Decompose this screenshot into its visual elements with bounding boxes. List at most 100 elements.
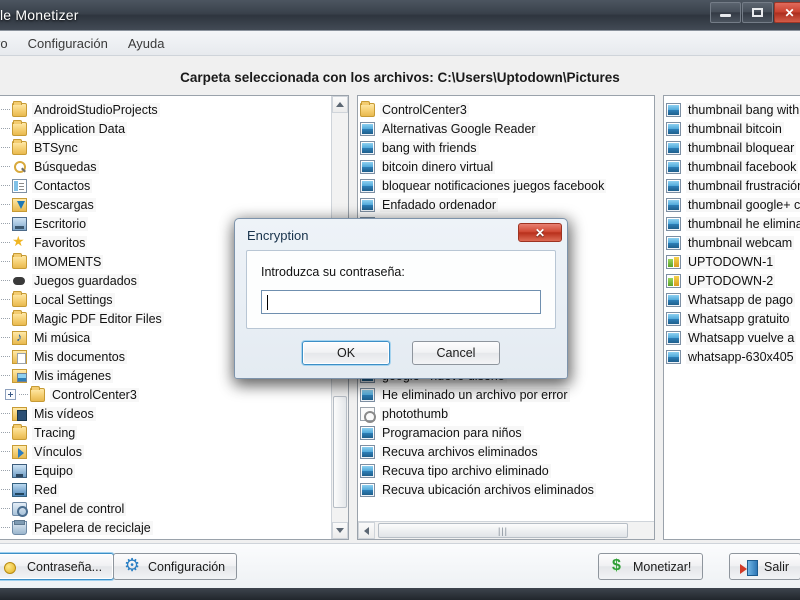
tree-item[interactable]: Contactos <box>0 176 331 195</box>
ok-button[interactable]: OK <box>302 341 390 365</box>
tree-connector <box>1 204 10 205</box>
file-item[interactable]: thumbnail google+ c <box>664 195 800 214</box>
scroll-down-button[interactable] <box>332 522 348 539</box>
bottom-toolbar: Contraseña... Configuración Monetizar! S… <box>0 543 800 588</box>
tree-item[interactable]: Vínculos <box>0 442 331 461</box>
gear-icon <box>124 555 141 576</box>
file-item[interactable]: bitcoin dinero virtual <box>358 157 654 176</box>
tree-connector <box>1 109 10 110</box>
minimize-icon <box>720 14 731 17</box>
file-item[interactable]: thumbnail facebook <box>664 157 800 176</box>
password-button[interactable]: Contraseña... <box>0 553 115 580</box>
tree-item[interactable]: Tracing <box>0 423 331 442</box>
minimize-button[interactable] <box>710 2 741 23</box>
dialog-close-button[interactable]: ✕ <box>518 223 562 242</box>
tree-item[interactable]: Application Data <box>0 119 331 138</box>
file-item[interactable]: thumbnail bang with <box>664 100 800 119</box>
list-item-label: thumbnail bang with <box>686 102 800 117</box>
exit-button[interactable]: Salir <box>729 553 800 580</box>
downloads-folder-icon <box>12 197 27 212</box>
tree-item[interactable]: BTSync <box>0 138 331 157</box>
list-item-label: thumbnail he elimina <box>686 216 800 231</box>
password-button-label: Contraseña... <box>27 559 103 574</box>
scroll-thumb-horizontal[interactable]: ||| <box>378 523 628 538</box>
tree-item[interactable]: Equipo <box>0 461 331 480</box>
list-item-label: Recuva ubicación archivos eliminados <box>380 482 596 497</box>
file-item[interactable]: thumbnail frustración <box>664 176 800 195</box>
list-item-label: Mis documentos <box>32 349 128 364</box>
tree-connector <box>1 318 10 319</box>
tree-item[interactable]: Mis vídeos <box>0 404 331 423</box>
file-item[interactable]: Recuva archivos eliminados <box>358 442 654 461</box>
list-item-label: Escritorio <box>32 216 89 231</box>
menu-item-configuracion[interactable]: Configuración <box>19 33 117 54</box>
cancel-button[interactable]: Cancel <box>412 341 500 365</box>
recycle-bin-icon <box>12 519 27 535</box>
file-item[interactable]: Recuva tipo archivo eliminado <box>358 461 654 480</box>
file-item[interactable]: UPTODOWN-1 <box>664 252 800 271</box>
tree-item[interactable]: AndroidStudioProjects <box>0 100 331 119</box>
file-item[interactable]: bloquear notificaciones juegos facebook <box>358 176 654 195</box>
tree-connector <box>1 147 10 148</box>
network-icon <box>12 482 27 497</box>
scroll-left-button[interactable] <box>358 522 375 539</box>
file-item[interactable]: Enfadado ordenador <box>358 195 654 214</box>
saved-games-icon <box>12 274 27 288</box>
menu-item-archivo[interactable]: ivo <box>0 33 17 54</box>
folder-icon <box>12 119 27 136</box>
file-item[interactable]: thumbnail bloquear <box>664 138 800 157</box>
list-item-label: bitcoin dinero virtual <box>380 159 496 174</box>
file-item[interactable]: thumbnail bitcoin <box>664 119 800 138</box>
file-item[interactable]: Recuva ubicación archivos eliminados <box>358 480 654 499</box>
application-window: le Monetizer ✕ ivo Configuración Ayuda C… <box>0 0 800 600</box>
expand-icon[interactable] <box>5 389 16 400</box>
videos-folder-icon <box>12 406 27 421</box>
tree-item[interactable]: Papelera de reciclaje <box>0 518 331 537</box>
monetize-button[interactable]: Monetizar! <box>598 553 704 580</box>
file-item[interactable]: Programacion para niños <box>358 423 654 442</box>
thumbnails-list[interactable]: thumbnail bang with thumbnail bitcoin thum… <box>664 96 800 539</box>
file-item[interactable]: thumbnail he elimina <box>664 214 800 233</box>
file-item[interactable]: Whatsapp de pago <box>664 290 800 309</box>
close-button[interactable]: ✕ <box>774 2 800 23</box>
list-item-label: UPTODOWN-2 <box>686 273 776 288</box>
tree-item[interactable]: Red <box>0 480 331 499</box>
password-prompt-label: Introduzca su contraseña: <box>261 265 405 279</box>
list-item-label: thumbnail frustración <box>686 178 800 193</box>
file-item[interactable]: ControlCenter3 <box>358 100 654 119</box>
folder-icon <box>30 385 45 402</box>
image-icon <box>360 121 375 136</box>
scroll-up-button[interactable] <box>332 96 348 113</box>
password-input[interactable] <box>261 290 541 314</box>
scroll-thumb[interactable] <box>333 396 347 508</box>
tree-item[interactable]: Panel de control <box>0 499 331 518</box>
file-item[interactable]: UPTODOWN-2 <box>664 271 800 290</box>
image-icon <box>360 178 375 193</box>
settings-button[interactable]: Configuración <box>113 553 238 580</box>
file-item[interactable]: whatsapp-630x405 <box>664 347 800 366</box>
menu-item-ayuda[interactable]: Ayuda <box>119 33 174 54</box>
files-horizontal-scrollbar[interactable]: ||| <box>358 521 654 539</box>
list-item-label: UPTODOWN-1 <box>686 254 776 269</box>
file-item[interactable]: Whatsapp gratuito <box>664 309 800 328</box>
maximize-button[interactable] <box>742 2 773 23</box>
file-item[interactable]: He eliminado un archivo por error <box>358 385 654 404</box>
tree-connector <box>1 432 10 433</box>
list-item-label: Mis vídeos <box>32 406 96 421</box>
tree-connector <box>1 128 10 129</box>
file-item[interactable]: photothumb <box>358 404 654 423</box>
tree-item[interactable]: Descargas <box>0 195 331 214</box>
list-item-label: whatsapp-630x405 <box>686 349 796 364</box>
file-item[interactable]: Whatsapp vuelve a <box>664 328 800 347</box>
image-icon <box>360 482 375 497</box>
list-item-label: Panel de control <box>32 501 127 516</box>
desktop-folder-icon <box>12 216 27 231</box>
tree-item[interactable]: ControlCenter3 <box>0 385 331 404</box>
image-icon <box>360 425 375 440</box>
file-item[interactable]: bang with friends <box>358 138 654 157</box>
tree-connector <box>1 242 10 243</box>
tree-item[interactable]: Búsquedas <box>0 157 331 176</box>
tree-connector <box>1 261 10 262</box>
file-item[interactable]: thumbnail webcam <box>664 233 800 252</box>
file-item[interactable]: Alternativas Google Reader <box>358 119 654 138</box>
